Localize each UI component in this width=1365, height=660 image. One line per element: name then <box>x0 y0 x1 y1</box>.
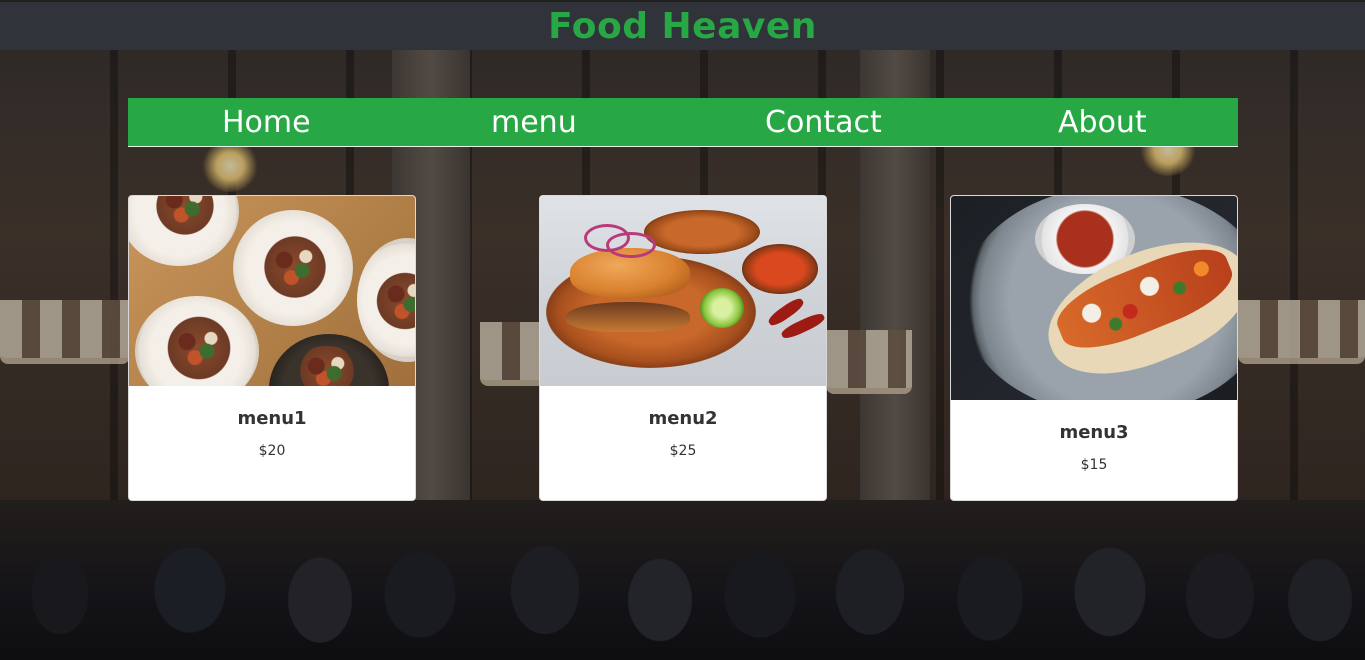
torta-image <box>540 196 826 386</box>
torta-filling <box>566 302 690 332</box>
sauce-bowl <box>644 210 760 254</box>
card-title: menu3 <box>1059 422 1129 443</box>
main-nav: Home menu Contact About <box>128 98 1238 147</box>
food <box>259 232 331 302</box>
onion-garnish <box>606 232 656 258</box>
lime-slice <box>700 288 744 328</box>
nav-about-link[interactable]: About <box>945 98 1238 146</box>
card-price: $20 <box>258 443 286 459</box>
food-platter-image <box>129 196 415 386</box>
card-price: $15 <box>1080 457 1108 473</box>
nav-contact-link[interactable]: Contact <box>671 98 945 146</box>
menu-card[interactable]: menu1 $20 <box>128 195 416 501</box>
card-title: menu2 <box>648 408 718 429</box>
card-body: menu3 $15 <box>951 400 1237 473</box>
taco-image <box>951 196 1237 400</box>
menu-card[interactable]: menu3 $15 <box>950 195 1238 501</box>
card-body: menu1 $20 <box>129 386 415 459</box>
card-title: menu1 <box>237 408 307 429</box>
nav-menu-link[interactable]: menu <box>402 98 671 146</box>
site-title: Food Heaven <box>548 5 817 47</box>
salsa-bowl <box>742 244 818 294</box>
food <box>159 316 239 380</box>
card-body: menu2 $25 <box>540 386 826 459</box>
site-header: Food Heaven <box>0 2 1365 50</box>
nav-home-link[interactable]: Home <box>128 98 402 146</box>
menu-card[interactable]: menu2 $25 <box>539 195 827 501</box>
card-price: $25 <box>669 443 697 459</box>
